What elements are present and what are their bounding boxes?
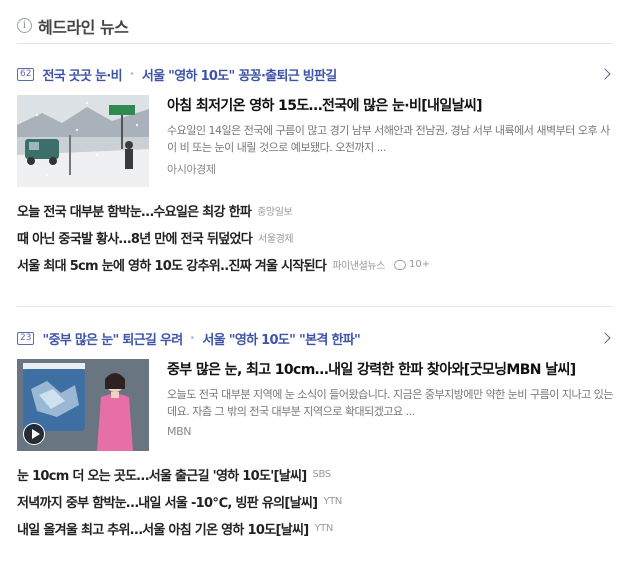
section-header: i 헤드라인 뉴스 [17, 8, 613, 44]
related-article-source[interactable]: YTN [323, 496, 342, 507]
main-article-title[interactable]: 중부 많은 눈, 최고 10cm…내일 강력한 한파 찾아와[굿모닝MBN 날씨… [167, 359, 613, 379]
main-article-source[interactable]: 아시아경제 [167, 161, 613, 177]
chevron-right-icon[interactable] [599, 68, 611, 80]
related-article-source[interactable]: 서울경제 [258, 230, 294, 245]
list-item: 저녁까지 중부 함박눈…내일 서울 -10℃, 빙판 유의[날씨] YTN [17, 488, 613, 515]
main-article: 중부 많은 눈, 최고 10cm…내일 강력한 한파 찾아와[굿모닝MBN 날씨… [17, 359, 613, 451]
article-count-badge: 23 [17, 331, 35, 345]
related-article-title[interactable]: 내일 올겨울 최고 추위…서울 아침 기온 영하 10도[날씨] [17, 519, 309, 538]
list-item: 내일 올겨울 최고 추위…서울 아침 기온 영하 10도[날씨] YTN [17, 515, 613, 542]
main-article-text: 아침 최저기온 영하 15도…전국에 많은 눈·비[내일날씨] 수요일인 14일… [167, 95, 613, 177]
keyword-separator: • [128, 68, 135, 80]
related-article-title[interactable]: 때 아닌 중국발 황사…8년 만에 전국 뒤덮었다 [17, 228, 253, 247]
main-article-source[interactable]: MBN [167, 425, 613, 438]
related-article-list: 눈 10cm 더 오는 곳도…서울 출근길 '영하 10도'[날씨] SBS 저… [17, 461, 613, 542]
cluster-header[interactable]: 23 "중부 많은 눈" 퇴근길 우려 • 서울 "영하 10도" "본격 한파… [17, 327, 613, 349]
related-article-source[interactable]: 파이낸셜뉴스 [332, 257, 385, 272]
main-article: 아침 최저기온 영하 15도…전국에 많은 눈·비[내일날씨] 수요일인 14일… [17, 95, 613, 187]
related-article-title[interactable]: 저녁까지 중부 함박눈…내일 서울 -10℃, 빙판 유의[날씨] [17, 492, 318, 511]
related-article-list: 오늘 전국 대부분 함박눈…수요일은 최강 한파 중앙일보 때 아닌 중국발 황… [17, 197, 613, 278]
list-item: 오늘 전국 대부분 함박눈…수요일은 최강 한파 중앙일보 [17, 197, 613, 224]
cluster-keyword[interactable]: 서울 "영하 10도" "본격 한파" [202, 329, 360, 348]
list-item: 때 아닌 중국발 황사…8년 만에 전국 뒤덮었다 서울경제 [17, 224, 613, 251]
main-article-summary: 오늘도 전국 대부분 지역에 눈 소식이 들어왔습니다. 지금은 중부지방에만 … [167, 388, 613, 418]
article-thumbnail[interactable] [17, 95, 149, 187]
related-article-title[interactable]: 눈 10cm 더 오는 곳도…서울 출근길 '영하 10도'[날씨] [17, 465, 307, 484]
related-article-title[interactable]: 서울 최대 5cm 눈에 영하 10도 강추위..진짜 겨울 시작된다 [17, 255, 327, 274]
main-article-title[interactable]: 아침 최저기온 영하 15도…전국에 많은 눈·비[내일날씨] [167, 95, 613, 115]
chevron-right-icon[interactable] [599, 332, 611, 344]
play-icon[interactable] [23, 423, 45, 445]
list-item: 눈 10cm 더 오는 곳도…서울 출근길 '영하 10도'[날씨] SBS [17, 461, 613, 488]
comment-count-label: 10+ [409, 259, 431, 270]
cluster-keyword[interactable]: 전국 곳곳 눈·비 [42, 65, 122, 84]
related-article-source[interactable]: 중앙일보 [257, 203, 293, 218]
main-article-text: 중부 많은 눈, 최고 10cm…내일 강력한 한파 찾아와[굿모닝MBN 날씨… [167, 359, 613, 438]
cluster-header[interactable]: 62 전국 곳곳 눈·비 • 서울 "영하 10도" 꽁꽁·출퇴근 빙판길 [17, 63, 613, 85]
snow-scene-photo [17, 95, 149, 187]
comment-count[interactable]: 10+ [394, 259, 430, 270]
list-item: 서울 최대 5cm 눈에 영하 10도 강추위..진짜 겨울 시작된다 파이낸셜… [17, 251, 613, 278]
related-article-source[interactable]: SBS [313, 469, 332, 480]
news-cluster: 62 전국 곳곳 눈·비 • 서울 "영하 10도" 꽁꽁·출퇴근 빙판길 아침… [17, 63, 613, 278]
main-article-summary: 수요일인 14일은 전국에 구름이 많고 경기 남부 서해안과 전남권, 경남 … [167, 124, 610, 154]
cluster-divider [17, 306, 613, 307]
related-article-title[interactable]: 오늘 전국 대부분 함박눈…수요일은 최강 한파 [17, 201, 252, 220]
section-title: 헤드라인 뉴스 [38, 17, 129, 37]
related-article-source[interactable]: YTN [314, 523, 333, 534]
news-cluster: 23 "중부 많은 눈" 퇴근길 우려 • 서울 "영하 10도" "본격 한파… [17, 327, 613, 542]
cluster-keyword[interactable]: "중부 많은 눈" 퇴근길 우려 [42, 329, 183, 348]
cluster-keyword[interactable]: 서울 "영하 10도" 꽁꽁·출퇴근 빙판길 [142, 65, 337, 84]
comment-icon [394, 259, 406, 270]
info-icon[interactable]: i [17, 18, 32, 33]
keyword-separator: • [189, 332, 196, 344]
article-count-badge: 62 [17, 67, 35, 81]
video-thumbnail[interactable] [17, 359, 149, 451]
